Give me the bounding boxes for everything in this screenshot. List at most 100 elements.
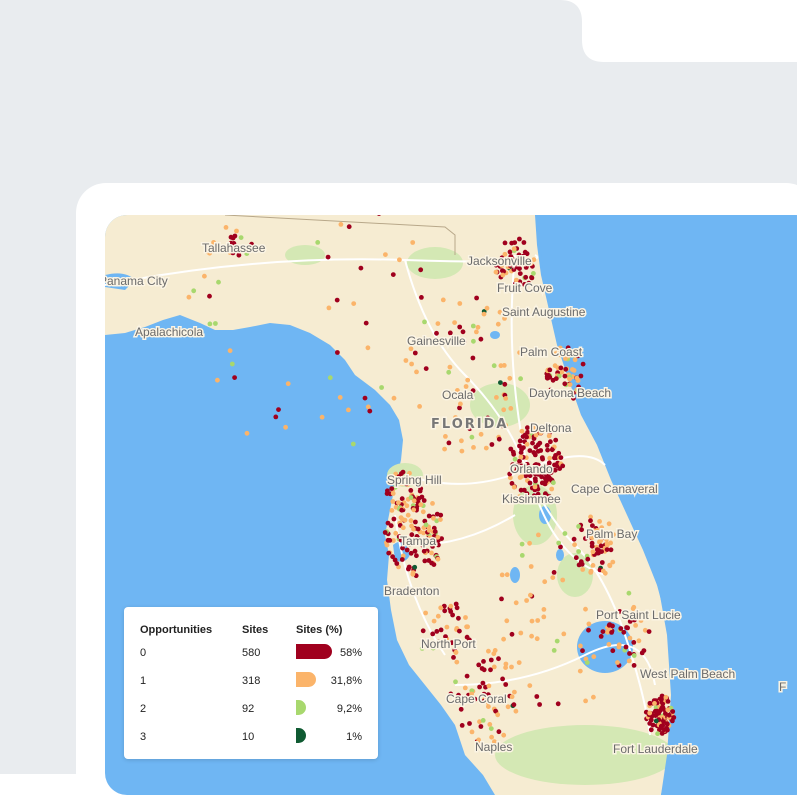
site-marker xyxy=(418,267,424,273)
site-marker xyxy=(527,480,533,486)
site-marker xyxy=(496,729,502,735)
site-marker xyxy=(273,414,279,420)
site-marker xyxy=(527,683,533,688)
city-label-north-port: North Port xyxy=(421,637,476,651)
legend-row: 1 318 31,8% xyxy=(124,672,378,692)
site-marker xyxy=(541,607,547,612)
site-marker xyxy=(518,376,523,382)
site-marker xyxy=(615,660,620,665)
site-marker xyxy=(365,345,371,351)
site-marker xyxy=(419,295,424,300)
site-marker xyxy=(608,547,614,553)
site-marker xyxy=(652,701,657,706)
site-marker xyxy=(350,441,356,447)
site-marker xyxy=(478,336,484,342)
site-marker xyxy=(489,734,494,740)
site-marker xyxy=(501,407,507,413)
site-marker xyxy=(338,222,344,227)
site-marker xyxy=(508,406,514,411)
site-marker xyxy=(648,717,654,723)
site-marker xyxy=(493,269,499,275)
site-marker xyxy=(444,624,450,630)
site-marker xyxy=(591,694,596,700)
site-marker xyxy=(488,667,493,673)
site-marker xyxy=(588,518,593,524)
site-marker xyxy=(532,484,538,490)
site-marker xyxy=(453,679,458,685)
site-marker xyxy=(408,550,414,556)
site-marker xyxy=(499,572,505,578)
site-marker xyxy=(624,625,629,630)
site-marker xyxy=(516,660,522,665)
site-marker xyxy=(477,684,482,690)
site-marker xyxy=(362,395,368,401)
legend-opportunities-value: 2 xyxy=(140,703,147,715)
site-marker xyxy=(397,257,402,263)
city-label-palm-coast: Palm Coast xyxy=(520,345,583,359)
site-marker xyxy=(216,279,221,285)
site-marker xyxy=(567,376,572,382)
site-marker xyxy=(421,548,427,554)
site-marker xyxy=(325,254,331,260)
site-marker xyxy=(442,446,447,452)
site-marker xyxy=(531,257,537,263)
site-marker xyxy=(588,570,594,575)
city-label-panama-city: Panama City xyxy=(105,274,168,288)
site-marker xyxy=(524,441,530,447)
city-label-port-saint-lucie: Port Saint Lucie xyxy=(596,608,681,622)
site-marker xyxy=(517,236,522,242)
site-marker xyxy=(555,701,561,707)
site-marker xyxy=(509,240,515,246)
site-marker xyxy=(474,295,479,301)
site-marker xyxy=(646,629,652,634)
legend-sites-value: 580 xyxy=(242,647,261,659)
site-marker xyxy=(186,294,192,300)
city-label-cape-coral: Cape Coral xyxy=(446,692,507,706)
city-label-apalachicola: Apalachicola xyxy=(135,325,203,339)
site-marker xyxy=(390,272,396,277)
site-marker xyxy=(408,488,414,493)
site-marker xyxy=(383,252,388,257)
site-marker xyxy=(583,606,588,612)
site-marker xyxy=(512,689,517,695)
site-marker xyxy=(590,563,596,568)
site-marker xyxy=(451,655,456,660)
site-marker xyxy=(511,484,517,490)
site-marker xyxy=(489,442,495,447)
site-marker xyxy=(452,320,457,325)
site-marker xyxy=(571,368,577,373)
site-marker xyxy=(574,375,580,381)
site-marker xyxy=(501,732,507,738)
city-label-edge: F xyxy=(779,680,786,694)
city-label-kissimmee: Kissimmee xyxy=(502,492,561,506)
site-marker xyxy=(531,271,536,276)
site-marker xyxy=(462,685,468,691)
site-marker xyxy=(213,321,218,326)
site-marker xyxy=(479,666,485,671)
site-marker xyxy=(467,721,472,726)
site-marker xyxy=(465,377,471,383)
site-marker xyxy=(469,434,475,440)
site-marker xyxy=(471,338,476,344)
site-marker xyxy=(426,513,432,519)
site-marker xyxy=(610,648,616,654)
site-marker xyxy=(446,369,452,375)
site-marker xyxy=(406,564,412,570)
site-marker xyxy=(528,564,534,569)
site-marker xyxy=(411,498,417,504)
site-marker xyxy=(408,518,414,524)
site-marker xyxy=(422,319,427,325)
site-marker xyxy=(464,673,470,679)
legend-sites-value: 318 xyxy=(242,675,261,687)
site-marker xyxy=(367,408,373,414)
site-marker xyxy=(524,598,529,603)
site-marker xyxy=(363,320,369,326)
legend-opportunities-value: 1 xyxy=(140,675,147,687)
region-label: FLORIDA xyxy=(431,417,508,432)
site-marker xyxy=(528,592,533,598)
legend-share-bar xyxy=(296,700,306,715)
site-marker xyxy=(631,663,637,668)
site-marker xyxy=(358,265,364,271)
site-marker xyxy=(586,627,591,633)
site-marker xyxy=(285,381,291,387)
